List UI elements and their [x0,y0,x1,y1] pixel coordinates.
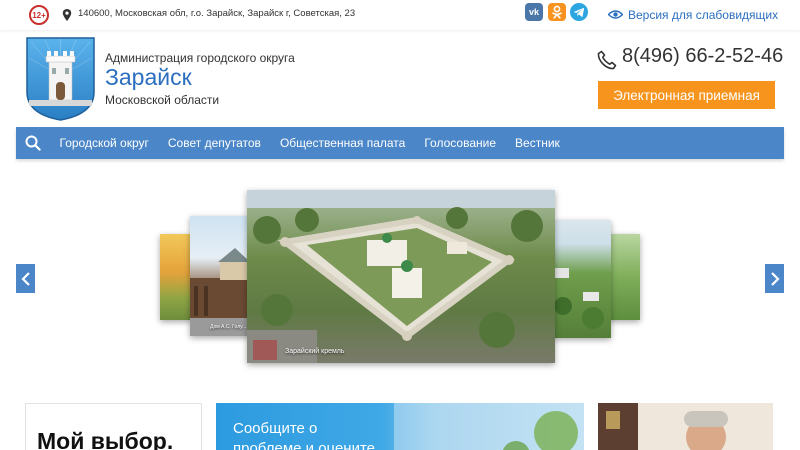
page-right-edge [773,403,800,450]
location-icon [62,9,72,21]
main-nav: Городской округ Совет депутатов Обществе… [16,127,784,159]
carousel-slide-far-left[interactable] [160,234,192,320]
official-photo [598,403,773,450]
electronic-reception-button[interactable]: Электронная приемная [598,81,775,109]
low-vision-version-link[interactable]: Версия для слабовидящих [628,8,778,22]
nav-item-bulletin[interactable]: Вестник [506,136,570,150]
org-title-line3: Московской области [105,93,220,107]
nav-item-voting[interactable]: Голосование [415,136,506,150]
coat-of-arms-logo[interactable] [25,36,96,122]
eye-icon[interactable] [608,9,623,20]
slide-right-image [554,268,604,329]
phone-number[interactable]: 8(496) 66-2-52-46 [622,45,783,68]
org-city-name[interactable]: Зарайск [105,64,192,91]
search-icon [25,135,41,151]
org-title-line1: Администрация городского округа [105,51,295,65]
my-choice-banner[interactable]: Мой выбор. [25,403,202,450]
slide-left-caption: Дом А.С. Голу... [210,324,247,330]
page: 12+ 140600, Московская обл, г.о. Зарайск… [0,0,800,450]
carousel-next-button[interactable] [765,264,784,293]
top-bar: 12+ 140600, Московская обл, г.о. Зарайск… [0,0,800,30]
ok-glyph [552,5,562,19]
chevron-left-icon [20,271,30,286]
carousel-slide-left[interactable]: Дом А.С. Голу... [190,216,250,336]
nav-item-city-district[interactable]: Городской округ [50,136,158,150]
slide-main-caption: Зарайский кремль [285,348,345,355]
phone-icon [597,50,617,70]
carousel-slide-right[interactable] [553,220,611,338]
report-problem-text: Сообщите о проблеме и оцените [233,420,376,450]
my-choice-title: Мой выбор. [37,428,174,450]
carousel-prev-button[interactable] [16,264,35,293]
age-rating-badge: 12+ [29,5,49,25]
official-photo-banner[interactable] [598,403,773,450]
report-problem-banner[interactable]: Сообщите о проблеме и оцените [216,403,584,450]
nav-item-council[interactable]: Совет депутатов [158,136,270,150]
search-button[interactable] [16,127,50,159]
ok-icon[interactable] [548,3,566,21]
carousel-slide-main[interactable]: Зарайский кремль [247,190,555,363]
telegram-glyph [573,7,585,17]
telegram-icon[interactable] [570,3,588,21]
slide-left-image [190,248,250,336]
nav-item-public-chamber[interactable]: Общественная палата [270,136,414,150]
chevron-right-icon [770,271,780,286]
vk-icon[interactable]: vk [525,3,543,21]
address-text: 140600, Московская обл, г.о. Зарайск, За… [78,8,356,19]
kremlin-aerial-image [247,190,555,363]
carousel-slide-far-right[interactable] [608,234,640,320]
